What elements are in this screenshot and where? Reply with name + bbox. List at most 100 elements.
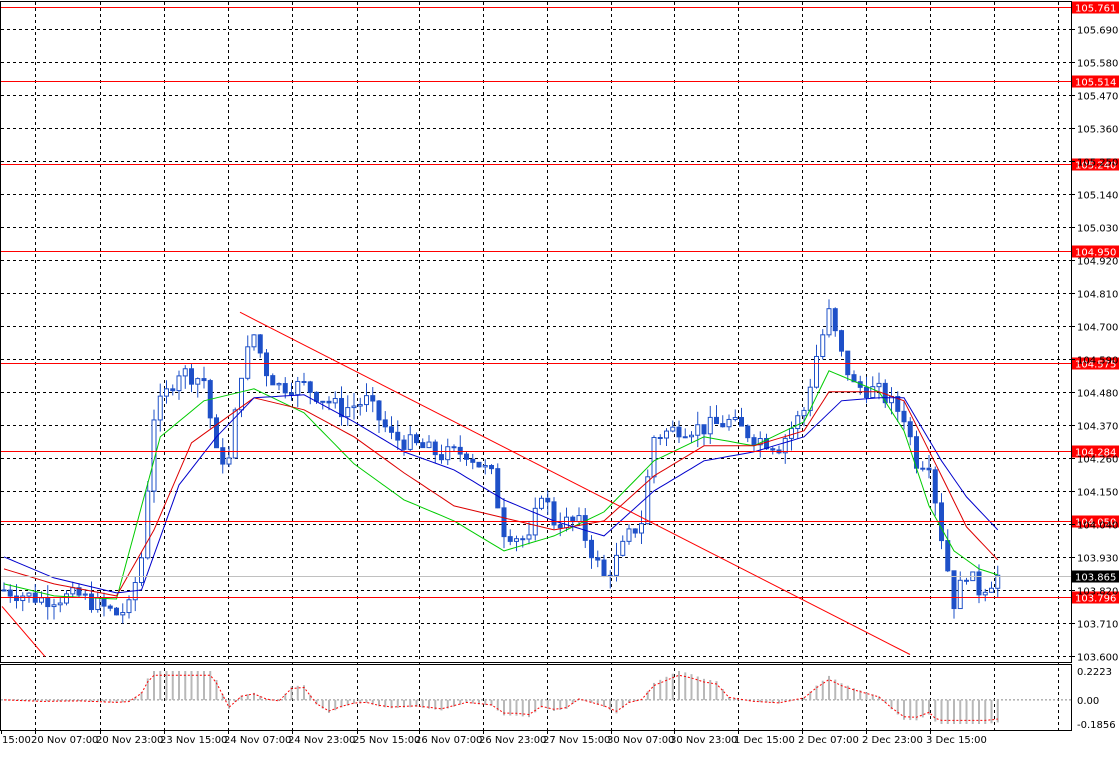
candle-body: [407, 434, 413, 450]
level-price-label: 105.514: [1075, 78, 1116, 89]
candle-body: [220, 447, 226, 465]
candle-body: [420, 442, 426, 449]
candle: [389, 416, 394, 440]
time-tick-label: 1 Dec 15:00: [734, 735, 795, 746]
candle-body: [182, 368, 188, 377]
candle: [701, 424, 707, 446]
candle: [657, 434, 663, 446]
candle-body: [189, 368, 194, 385]
candle-body: [720, 423, 726, 428]
candle: [301, 372, 307, 386]
candle-body: [282, 383, 288, 394]
time-tick-label: 24 Nov 23:00: [288, 735, 355, 746]
candle: [501, 498, 507, 549]
candle-body: [539, 497, 544, 509]
candle: [464, 451, 469, 466]
candle: [420, 438, 426, 449]
candle: [782, 434, 788, 464]
price-tick-label: 104.150: [1077, 488, 1118, 499]
candle-body: [170, 388, 176, 392]
time-tick-label: 30 Nov 07:00: [607, 735, 674, 746]
time-tick-label: 24 Nov 07:00: [224, 735, 291, 746]
candle: [539, 495, 544, 511]
candle-body: [332, 397, 338, 404]
candle: [276, 382, 282, 391]
candle-body: [57, 602, 63, 606]
candle: [526, 522, 532, 545]
candle-body: [301, 380, 307, 383]
candle-body: [395, 431, 401, 441]
candle: [689, 431, 694, 443]
candle-body: [795, 415, 801, 430]
candle-body: [782, 437, 788, 454]
candle: [170, 384, 176, 396]
candle-body: [270, 375, 276, 386]
candle: [14, 584, 19, 609]
time-tick-label: 20 Nov 23:00: [96, 735, 163, 746]
candle-body: [664, 430, 669, 439]
candle: [932, 466, 938, 516]
price-tick-label: 105.030: [1077, 224, 1118, 235]
price-chart[interactable]: 105.761 105.514 105.240 104.950 104.575 104.2…: [0, 0, 1120, 755]
candle-body: [926, 467, 932, 471]
price-tick-label: 104.810: [1077, 290, 1118, 301]
candle-body: [64, 593, 69, 604]
candle-body: [357, 404, 363, 407]
candle: [195, 377, 201, 398]
candle: [189, 363, 194, 393]
candle-body: [739, 416, 744, 427]
candle-body: [576, 515, 582, 523]
candle-body: [482, 465, 488, 468]
candle: [51, 598, 57, 620]
chart-svg[interactable]: 105.761105.514105.240104.950104.575104.2…: [0, 0, 1120, 755]
candle-body: [39, 597, 44, 603]
candle-body: [826, 308, 832, 336]
candle: [739, 407, 744, 427]
candle: [614, 542, 619, 582]
time-tick-label: 23 Nov 15:00: [160, 735, 227, 746]
candle: [832, 307, 838, 337]
candle-body: [389, 426, 394, 433]
candle-body: [845, 350, 851, 376]
candle-body: [145, 490, 151, 559]
candle-body: [932, 469, 938, 504]
candle-body: [945, 540, 951, 572]
candle-body: [657, 437, 663, 440]
candle-body: [626, 528, 632, 542]
candle: [126, 595, 132, 619]
candle-body: [614, 554, 619, 576]
candle-body: [426, 441, 432, 449]
candle: [120, 603, 126, 624]
candle: [582, 508, 588, 549]
price-tick-label: 104.700: [1077, 323, 1118, 334]
candle: [76, 583, 82, 598]
candle: [439, 444, 444, 464]
candle-body: [957, 579, 963, 610]
price-tick-label: 103.930: [1077, 554, 1118, 565]
candle: [945, 529, 951, 573]
candle: [345, 395, 351, 426]
candle: [364, 383, 369, 412]
candle-body: [89, 593, 94, 611]
candle-body: [326, 400, 332, 404]
price-tick-label: 103.710: [1077, 620, 1118, 631]
candle: [545, 490, 551, 515]
osc-tick-label: 0.2223: [1077, 667, 1112, 678]
candle-body: [595, 557, 601, 561]
candle-body: [470, 458, 476, 463]
candle: [107, 604, 113, 612]
candle-body: [451, 446, 457, 449]
candle: [307, 380, 313, 405]
candle-body: [570, 516, 576, 523]
candle: [989, 581, 994, 593]
candle: [676, 420, 682, 444]
candle: [357, 397, 363, 416]
price-tick-label: 103.820: [1077, 587, 1118, 598]
candle: [407, 425, 413, 452]
candle-body: [376, 400, 382, 421]
candle: [220, 438, 226, 474]
candle: [251, 334, 257, 351]
candle-body: [320, 400, 326, 403]
candle: [682, 428, 688, 439]
candle-body: [632, 528, 638, 534]
